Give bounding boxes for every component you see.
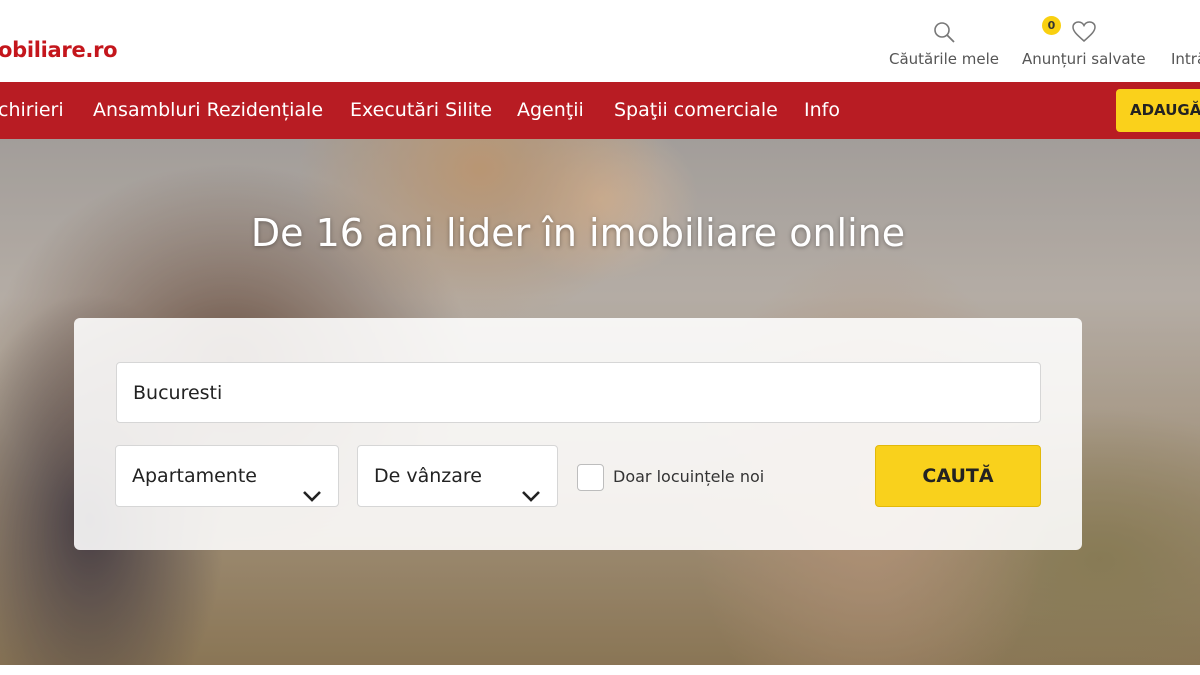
transaction-type-select[interactable]: De vânzare [357,445,558,507]
chevron-down-icon [521,467,541,502]
add-listing-button[interactable]: ADAUGĂ [1116,89,1200,132]
login-label: Intră [1171,50,1200,68]
nav-item-info[interactable]: Info [804,82,840,139]
saved-ads-link[interactable]: 0 Anunțuri salvate [1022,16,1146,68]
search-panel: Apartamente De vânzare Doar locuințele n… [74,318,1082,550]
search-button[interactable]: CAUTĂ [875,445,1041,507]
nav-item-chirii[interactable]: chirieri [0,82,64,139]
chevron-down-icon [302,467,322,502]
transaction-type-value: De vânzare [374,465,482,487]
saved-ads-label: Anunțuri salvate [1022,50,1146,68]
saved-searches-link[interactable]: Căutările mele [889,20,999,68]
hero-title: De 16 ani lider în imobiliare online [250,211,906,255]
site-logo[interactable]: obiliare.ro [0,38,118,62]
search-icon [889,20,999,44]
saved-count-badge: 0 [1042,16,1061,35]
heart-icon: 0 [1022,16,1146,44]
nav-item-ansambluri[interactable]: Ansambluri Rezidențiale [93,82,323,139]
new-only-checkbox[interactable] [577,464,604,491]
new-only-label[interactable]: Doar locuințele noi [613,467,764,486]
site-header: obiliare.ro Căutările mele 0 Anunțuri sa… [0,0,1200,82]
hero-banner: De 16 ani lider în imobiliare online Apa… [0,139,1200,665]
nav-item-executari[interactable]: Executări Silite [350,82,492,139]
user-icon [1171,20,1200,44]
main-nav: chirieri Ansambluri Rezidențiale Execută… [0,82,1200,139]
nav-item-agentii[interactable]: Agenţii [517,82,584,139]
nav-item-spatii[interactable]: Spaţii comerciale [614,82,778,139]
saved-searches-label: Căutările mele [889,50,999,68]
login-link[interactable]: Intră [1171,20,1200,68]
property-type-value: Apartamente [132,465,257,487]
property-type-select[interactable]: Apartamente [115,445,339,507]
location-input[interactable] [116,362,1041,423]
